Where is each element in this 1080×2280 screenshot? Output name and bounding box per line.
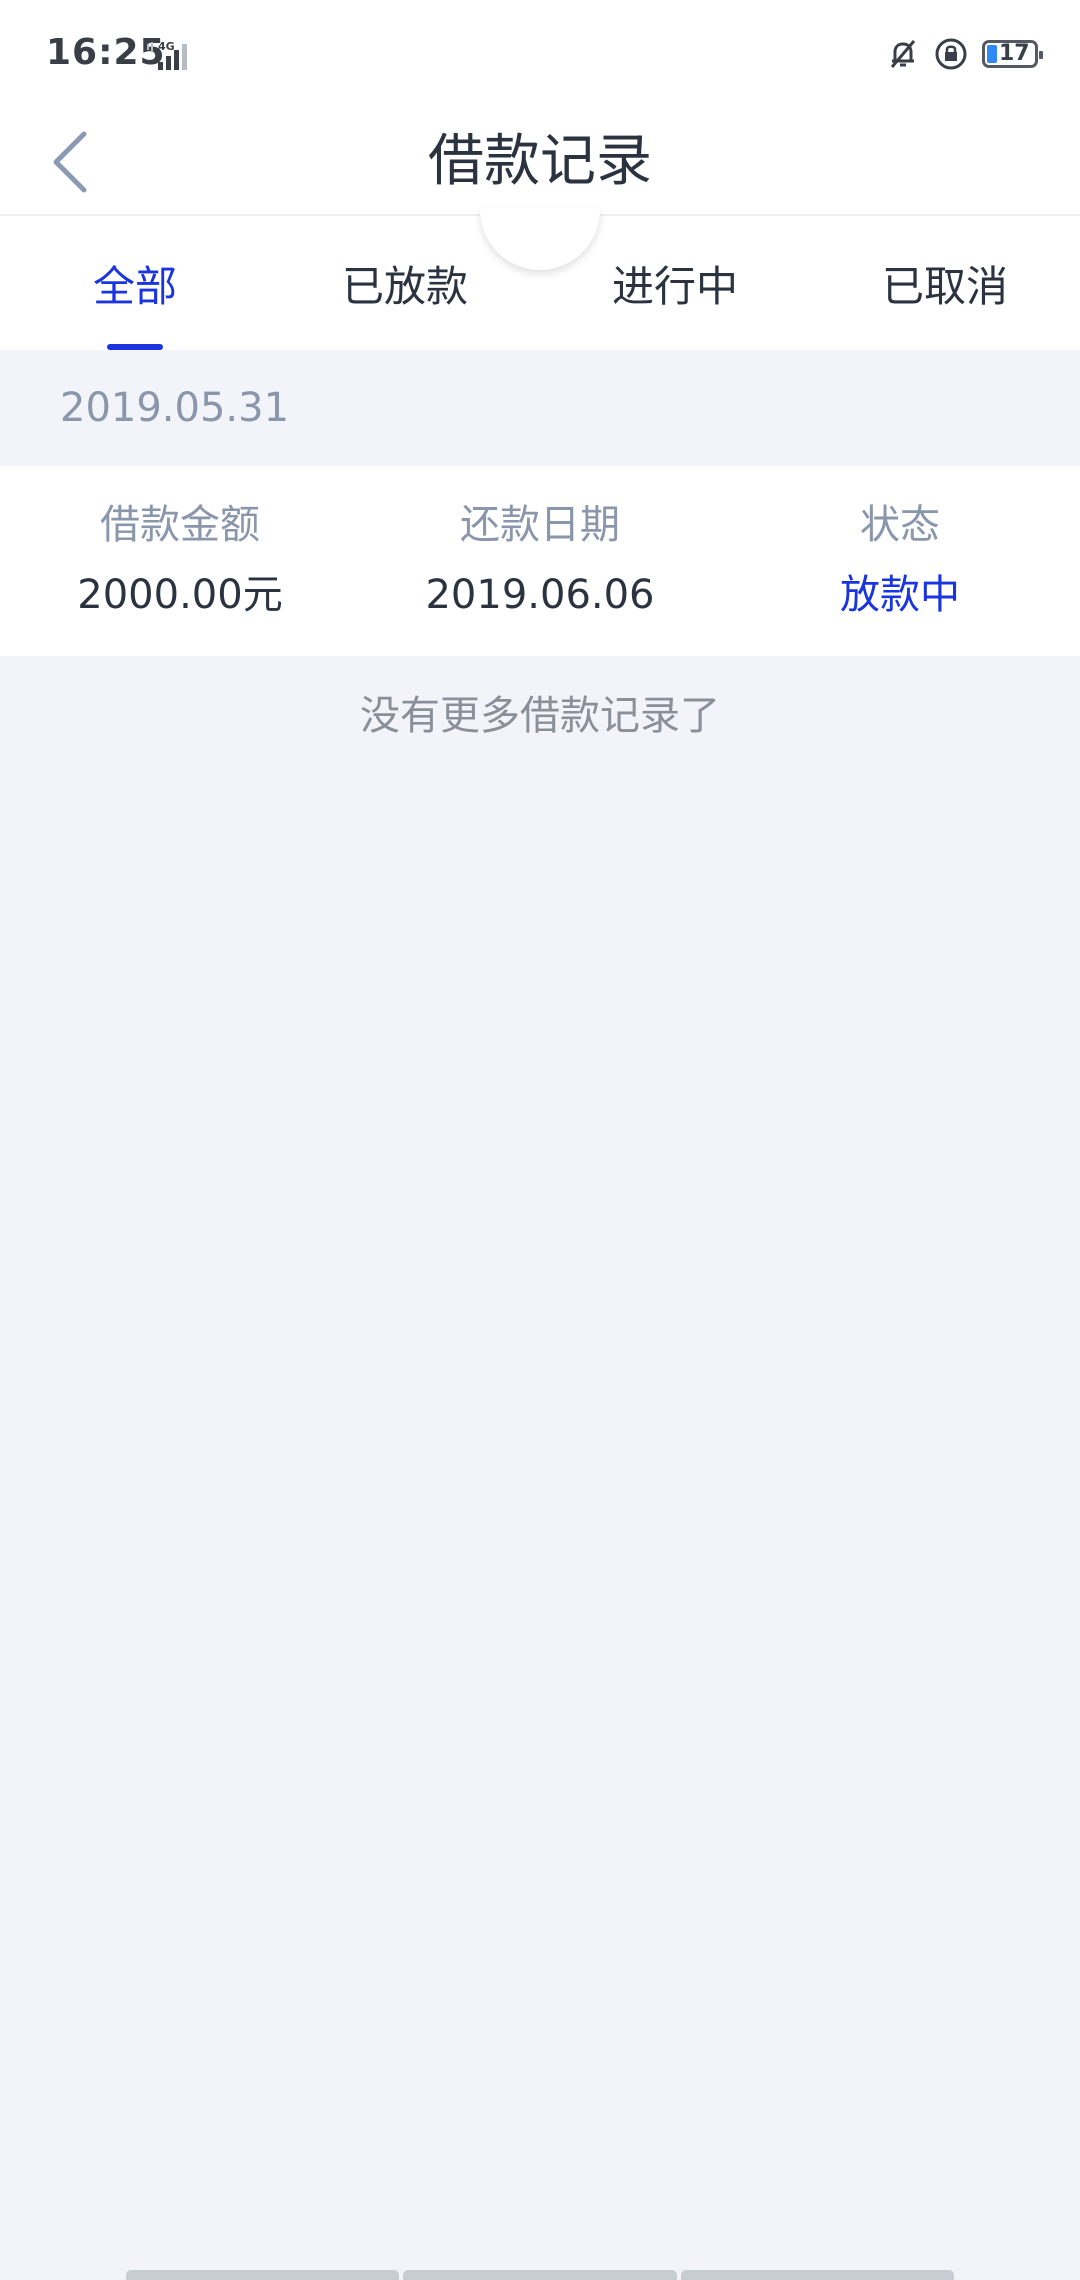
loan-record-item[interactable]: 借款金额 2000.00元 还款日期 2019.06.06 状态 放款中 xyxy=(0,466,1080,656)
record-date-header: 2019.05.31 xyxy=(0,350,1080,466)
gesture-bar xyxy=(126,2270,954,2280)
loan-amount-value: 2000.00元 xyxy=(77,572,283,618)
loan-amount-label: 借款金额 xyxy=(100,502,260,548)
status-label: 状态 xyxy=(860,502,940,548)
battery-fill xyxy=(987,45,997,63)
status-bar: 16:25 4G 17 xyxy=(0,0,1080,110)
tab-cancelled[interactable]: 已取消 xyxy=(810,216,1080,350)
signal-icon: 4G xyxy=(147,40,187,70)
tab-all[interactable]: 全部 xyxy=(0,216,270,350)
repay-date-column: 还款日期 2019.06.06 xyxy=(360,466,720,656)
status-badge: 放款中 xyxy=(840,572,960,618)
battery-level: 17 xyxy=(999,41,1030,66)
loan-amount-column: 借款金额 2000.00元 xyxy=(0,466,360,656)
gesture-segment xyxy=(680,2270,954,2280)
tab-label: 全部 xyxy=(92,261,177,311)
gesture-segment xyxy=(403,2270,677,2280)
repay-date-label: 还款日期 xyxy=(460,502,620,548)
status-column: 状态 放款中 xyxy=(720,466,1080,656)
tab-label: 已放款 xyxy=(341,261,468,311)
battery-cap xyxy=(1039,51,1043,59)
tab-label: 已取消 xyxy=(881,261,1008,311)
rotation-lock-icon xyxy=(935,38,967,70)
repay-date-value: 2019.06.06 xyxy=(425,572,655,618)
loan-records-screen: 16:25 4G 17 借款记录 全部 已放款 进行中 已取消 2019.05.… xyxy=(0,0,1080,2280)
gesture-segment xyxy=(126,2270,400,2280)
status-icons: 17 xyxy=(886,34,1043,74)
nav-bar: 借款记录 xyxy=(0,110,1080,214)
network-type: 4G xyxy=(158,40,175,53)
page-title: 借款记录 xyxy=(428,129,652,194)
battery-icon: 17 xyxy=(982,40,1043,68)
tab-label: 进行中 xyxy=(611,261,738,311)
bell-off-icon xyxy=(890,40,916,68)
record-date: 2019.05.31 xyxy=(60,385,290,431)
no-more-records-text: 没有更多借款记录了 xyxy=(360,693,720,739)
